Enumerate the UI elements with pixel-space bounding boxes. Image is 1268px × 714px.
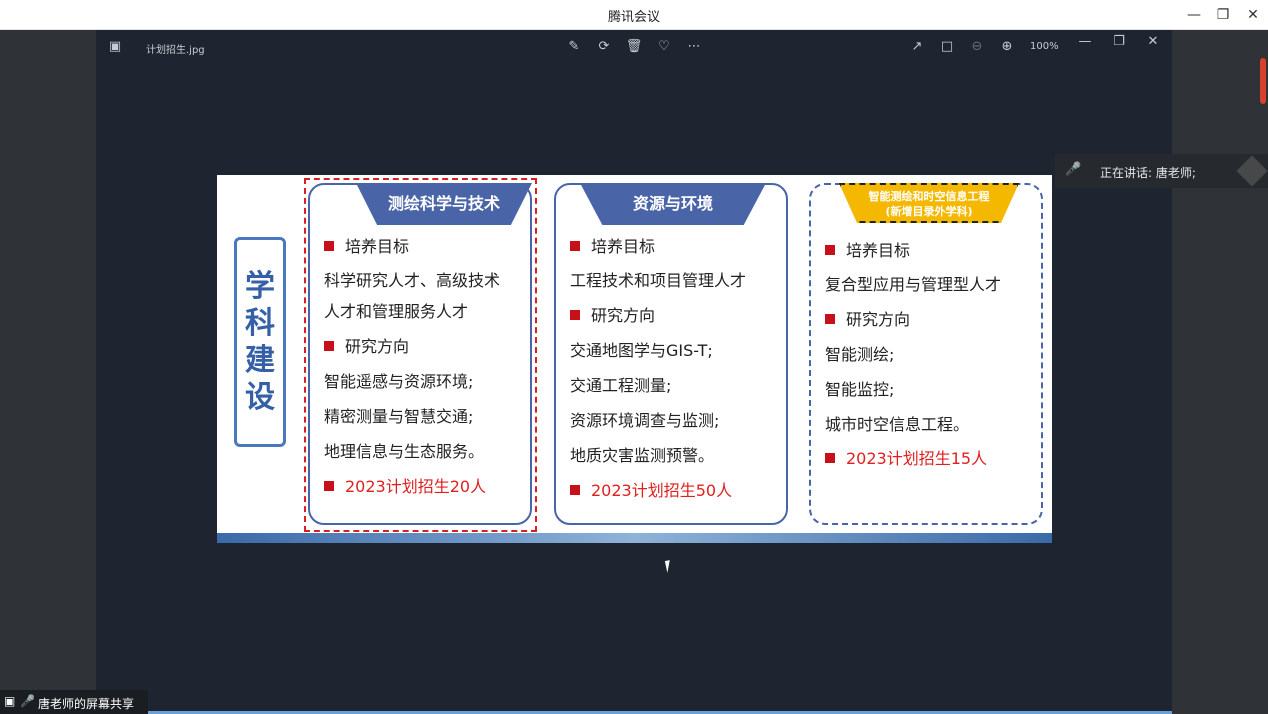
- side-label-char: 建: [245, 343, 275, 378]
- restore-button[interactable]: ❐: [1212, 4, 1234, 26]
- list-item: 交通工程测量;: [570, 376, 672, 395]
- bullet-square-icon: [570, 310, 580, 320]
- list-item: 交通地图学与GIS-T;: [570, 341, 713, 360]
- bullet-square-icon: [825, 314, 835, 324]
- list-item: 研究方向: [825, 306, 910, 330]
- list-item: 培养目标: [570, 233, 655, 257]
- bullet-square-icon: [570, 241, 580, 251]
- list-item: 地质灾害监测预警。: [570, 446, 715, 465]
- close-button[interactable]: ✕: [1242, 4, 1264, 26]
- list-item: 精密测量与智慧交通;: [324, 407, 474, 426]
- viewer-minimize-icon[interactable]: —: [1076, 33, 1094, 51]
- delete-icon[interactable]: 🗑: [625, 38, 643, 56]
- right-margin: [1172, 30, 1268, 714]
- collapse-handle-icon[interactable]: [1236, 155, 1268, 187]
- zoom-level: 100%: [1030, 41, 1059, 52]
- list-item: 资源环境调查与监测;: [570, 411, 720, 430]
- app-title-bar: 腾讯会议 — ❐ ✕: [0, 0, 1268, 30]
- mic-muted-icon: 🎤: [1065, 162, 1082, 177]
- list-item: 科学研究人才、高级技术: [324, 271, 501, 290]
- viewer-restore-icon[interactable]: ❐: [1110, 33, 1128, 51]
- list-item: 培养目标: [825, 237, 910, 261]
- card-title: 资源与环境: [580, 183, 766, 225]
- slide-bottom-band: [217, 533, 1052, 543]
- viewer-filename: 计划招生.jpg: [146, 45, 205, 56]
- list-item: 智能测绘;: [825, 345, 895, 364]
- speaker-text: 正在讲话: 唐老师;: [1100, 166, 1196, 180]
- mic-icon: 🎤: [20, 694, 35, 708]
- viewer-toolbar: ▣ 计划招生.jpg ✎ ⟳ 🗑 ♡ ⋯ ↗ □ ⊖ ⊕ 100% — ❐ ✕: [96, 30, 1172, 64]
- side-label-box: 学 科 建 设: [234, 237, 286, 447]
- enrollment-item: 2023计划招生15人: [825, 445, 987, 469]
- card-resources: 资源与环境 培养目标 工程技术和项目管理人才 研究方向 交通地图学与GIS-T;…: [554, 183, 788, 525]
- list-item: 人才和管理服务人才: [324, 302, 469, 321]
- screen-share-icon: ▣: [4, 694, 16, 708]
- side-label-char: 学: [245, 269, 275, 304]
- list-item: 城市时空信息工程。: [825, 415, 970, 434]
- list-item: 智能监控;: [825, 380, 895, 399]
- slide-image: 学 科 建 设 测绘科学与技术 培养目标 科学研究人才、高级技术 人才和管理服务…: [217, 175, 1052, 543]
- bullet-square-icon: [825, 453, 835, 463]
- bullet-square-icon: [324, 241, 334, 251]
- left-margin: [0, 30, 96, 714]
- favorite-icon[interactable]: ♡: [655, 38, 673, 56]
- enrollment-item: 2023计划招生20人: [324, 473, 486, 497]
- bullet-square-icon: [825, 245, 835, 255]
- scrollbar-thumb[interactable]: [1260, 58, 1266, 104]
- viewer-close-icon[interactable]: ✕: [1144, 33, 1162, 51]
- share-label: 唐老师的屏幕共享: [38, 697, 135, 711]
- rotate-icon[interactable]: ⟳: [595, 38, 613, 56]
- list-item: 研究方向: [570, 302, 655, 326]
- card-smart-mapping: 智能测绘和时空信息工程 (新增目录外学科) 培养目标 复合型应用与管理型人才 研…: [809, 183, 1043, 525]
- card-title: 测绘科学与技术: [356, 183, 532, 225]
- list-item: 智能遥感与资源环境;: [324, 372, 474, 391]
- list-item: 复合型应用与管理型人才: [825, 275, 1002, 294]
- photo-icon[interactable]: ▣: [106, 38, 124, 56]
- enrollment-item: 2023计划招生50人: [570, 477, 732, 501]
- bullet-square-icon: [324, 341, 334, 351]
- fit-icon[interactable]: □: [938, 38, 956, 56]
- more-icon[interactable]: ⋯: [685, 38, 703, 56]
- speaker-indicator: 🎤 正在讲话: 唐老师;: [1055, 154, 1268, 188]
- minimize-button[interactable]: —: [1183, 4, 1205, 26]
- screen-share-badge[interactable]: ▣ 🎤 唐老师的屏幕共享: [0, 690, 148, 714]
- zoom-out-icon[interactable]: ⊖: [968, 38, 986, 56]
- side-label: 学 科 建 设: [237, 240, 283, 444]
- list-item: 培养目标: [324, 233, 409, 257]
- card-surveying: 测绘科学与技术 培养目标 科学研究人才、高级技术 人才和管理服务人才 研究方向 …: [308, 183, 532, 525]
- app-title: 腾讯会议: [607, 10, 660, 25]
- list-item: 研究方向: [324, 333, 409, 357]
- zoom-in-icon[interactable]: ⊕: [998, 38, 1016, 56]
- edit-icon[interactable]: ✎: [565, 38, 583, 56]
- card-title: 智能测绘和时空信息工程 (新增目录外学科): [839, 183, 1019, 223]
- list-item: 地理信息与生态服务。: [324, 442, 485, 461]
- list-item: 工程技术和项目管理人才: [570, 271, 747, 290]
- side-label-char: 科: [245, 306, 275, 341]
- mouse-cursor-icon: [664, 559, 678, 573]
- bullet-square-icon: [324, 481, 334, 491]
- expand-icon[interactable]: ↗: [908, 38, 926, 56]
- bullet-square-icon: [570, 485, 580, 495]
- side-label-char: 设: [245, 380, 275, 415]
